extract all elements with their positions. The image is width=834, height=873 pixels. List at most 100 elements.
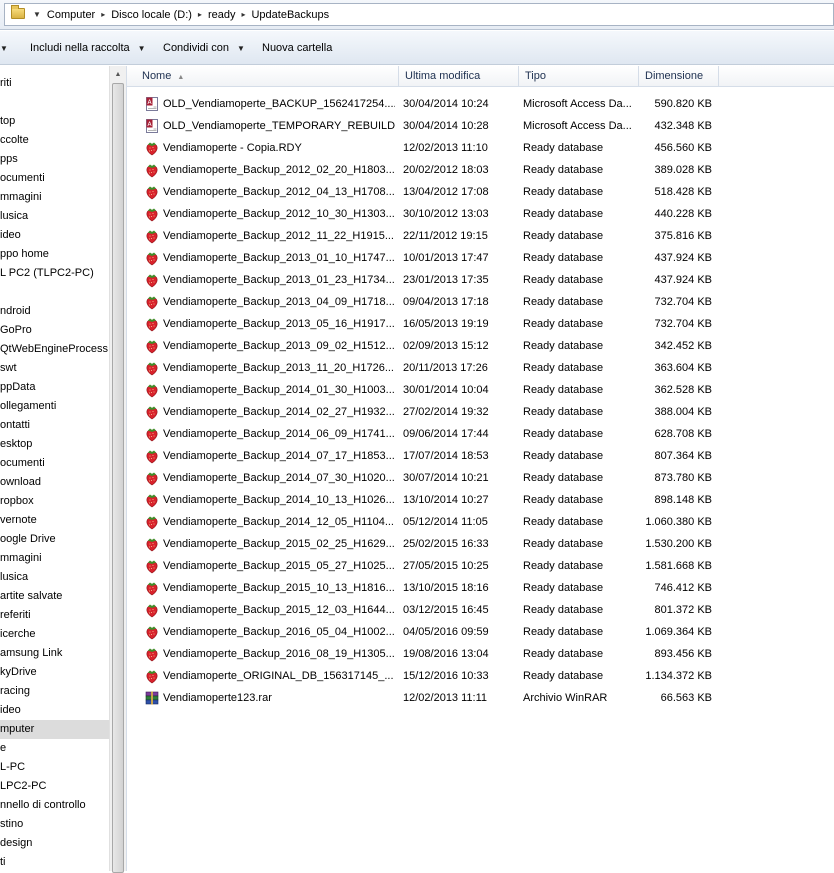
file-row[interactable]: Vendiamoperte_Backup_2014_06_09_H1741...…: [141, 423, 721, 445]
file-modified: 20/02/2012 18:03: [403, 164, 489, 176]
file-row[interactable]: A OLD_Vendiamoperte_BACKUP_1562417254...…: [141, 93, 721, 115]
nav-item[interactable]: L PC2 (TLPC2-PC): [0, 264, 109, 283]
crumb-ready[interactable]: ready: [208, 9, 236, 21]
nav-item[interactable]: ownload: [0, 473, 109, 492]
share-with-button[interactable]: Condividi con ▼: [163, 31, 245, 65]
file-row[interactable]: A OLD_Vendiamoperte_TEMPORARY_REBUILD...…: [141, 115, 721, 137]
nav-item[interactable]: vernote: [0, 511, 109, 530]
file-row[interactable]: Vendiamoperte_Backup_2014_07_30_H1020...…: [141, 467, 721, 489]
file-row[interactable]: Vendiamoperte_Backup_2015_05_27_H1025...…: [141, 555, 721, 577]
organize-arrow-button[interactable]: ▼: [0, 31, 8, 65]
crumb-updatebackups[interactable]: UpdateBackups: [251, 9, 329, 21]
nav-item[interactable]: pps: [0, 150, 109, 169]
strawberry-icon: [146, 450, 158, 464]
nav-item[interactable]: ppData: [0, 378, 109, 397]
file-row[interactable]: Vendiamoperte_Backup_2013_05_16_H1917...…: [141, 313, 721, 335]
nav-item[interactable]: esktop: [0, 435, 109, 454]
column-header-modified[interactable]: Ultima modifica: [399, 66, 519, 87]
address-field[interactable]: ▼ Computer ▸ Disco locale (D:) ▸ ready ▸…: [4, 3, 834, 26]
nav-item[interactable]: swt: [0, 359, 109, 378]
nav-item[interactable]: ollegamenti: [0, 397, 109, 416]
file-row[interactable]: Vendiamoperte - Copia.RDY 12/02/2013 11:1…: [141, 137, 721, 159]
nav-item[interactable]: racing: [0, 682, 109, 701]
nav-item[interactable]: lusica: [0, 207, 109, 226]
file-row[interactable]: Vendiamoperte_Backup_2012_02_20_H1803...…: [141, 159, 721, 181]
nav-item[interactable]: design: [0, 834, 109, 853]
file-row[interactable]: Vendiamoperte_Backup_2015_10_13_H1816...…: [141, 577, 721, 599]
nav-item[interactable]: mmagini: [0, 188, 109, 207]
file-row[interactable]: Vendiamoperte_Backup_2013_11_20_H1726...…: [141, 357, 721, 379]
nav-item[interactable]: stino: [0, 815, 109, 834]
nav-item[interactable]: artite salvate: [0, 587, 109, 606]
chevron-right-icon[interactable]: ▸: [99, 10, 107, 19]
nav-item[interactable]: nnello di controllo: [0, 796, 109, 815]
nav-item[interactable]: LPC2-PC: [0, 777, 109, 796]
nav-item[interactable]: kyDrive: [0, 663, 109, 682]
nav-item[interactable]: ocumenti: [0, 169, 109, 188]
share-label: Condividi con: [163, 42, 230, 54]
file-row[interactable]: Vendiamoperte_Backup_2016_05_04_H1002...…: [141, 621, 721, 643]
nav-item[interactable]: ppo home: [0, 245, 109, 264]
crumb-drive[interactable]: Disco locale (D:): [111, 9, 192, 21]
column-header-size[interactable]: Dimensione: [639, 66, 719, 87]
file-name: Vendiamoperte_Backup_2013_09_02_H1512...: [163, 340, 395, 352]
nav-item[interactable]: referiti: [0, 606, 109, 625]
nav-item[interactable]: ropbox: [0, 492, 109, 511]
nav-item[interactable]: ti: [0, 853, 109, 871]
file-row[interactable]: Vendiamoperte_Backup_2013_09_02_H1512...…: [141, 335, 721, 357]
file-modified: 22/11/2012 19:15: [403, 230, 488, 242]
file-row[interactable]: Vendiamoperte_Backup_2016_08_19_H1305...…: [141, 643, 721, 665]
breadcrumb: ▼ Computer ▸ Disco locale (D:) ▸ ready ▸…: [31, 4, 329, 25]
scroll-up-arrow-icon[interactable]: ▲: [110, 66, 126, 83]
file-row[interactable]: Vendiamoperte_Backup_2015_12_03_H1644...…: [141, 599, 721, 621]
crumb-computer[interactable]: Computer: [47, 9, 95, 21]
column-header-name[interactable]: Nome ▲: [136, 66, 399, 87]
file-row[interactable]: Vendiamoperte_Backup_2012_04_13_H1708...…: [141, 181, 721, 203]
chevron-right-icon[interactable]: ▸: [239, 10, 247, 19]
file-row[interactable]: Vendiamoperte_Backup_2013_01_10_H1747...…: [141, 247, 721, 269]
file-name: Vendiamoperte_Backup_2013_01_10_H1747...: [163, 252, 395, 264]
nav-item[interactable]: e: [0, 739, 109, 758]
sidebar-scrollbar[interactable]: ▲: [109, 66, 126, 873]
column-type-label: Tipo: [525, 70, 546, 82]
nav-item[interactable]: L-PC: [0, 758, 109, 777]
nav-item[interactable]: mmagini: [0, 549, 109, 568]
chevron-right-icon[interactable]: ▸: [196, 10, 204, 19]
file-row[interactable]: Vendiamoperte_Backup_2012_10_30_H1303...…: [141, 203, 721, 225]
file-row[interactable]: Vendiamoperte_Backup_2014_07_17_H1853...…: [141, 445, 721, 467]
nav-item[interactable]: ocumenti: [0, 454, 109, 473]
file-row[interactable]: Vendiamoperte_Backup_2014_12_05_H1104...…: [141, 511, 721, 533]
file-row[interactable]: Vendiamoperte_Backup_2014_02_27_H1932...…: [141, 401, 721, 423]
nav-item[interactable]: riti: [0, 74, 109, 93]
include-in-library-button[interactable]: Includi nella raccolta ▼: [30, 31, 146, 65]
file-row[interactable]: Vendiamoperte_Backup_2012_11_22_H1915...…: [141, 225, 721, 247]
file-row[interactable]: Vendiamoperte_Backup_2013_01_23_H1734...…: [141, 269, 721, 291]
file-row[interactable]: Vendiamoperte_Backup_2015_02_25_H1629...…: [141, 533, 721, 555]
nav-item[interactable]: ccolte: [0, 131, 109, 150]
new-folder-button[interactable]: Nuova cartella: [262, 31, 332, 65]
nav-item[interactable]: oogle Drive: [0, 530, 109, 549]
nav-item[interactable]: ideo: [0, 701, 109, 720]
nav-item[interactable]: ontatti: [0, 416, 109, 435]
nav-item[interactable]: ideo: [0, 226, 109, 245]
file-row[interactable]: Vendiamoperte123.rar 12/02/2013 11:11 Arch…: [141, 687, 721, 709]
column-header-type[interactable]: Tipo: [519, 66, 639, 87]
nav-item[interactable]: icerche: [0, 625, 109, 644]
file-row[interactable]: Vendiamoperte_ORIGINAL_DB_156317145_... 1…: [141, 665, 721, 687]
nav-item-computer-selected[interactable]: mputer: [0, 720, 109, 739]
file-modified: 05/12/2014 11:05: [403, 516, 488, 528]
file-size: 342.452 KB: [654, 340, 713, 352]
nav-item[interactable]: QtWebEngineProcess: [0, 340, 109, 359]
nav-item[interactable]: GoPro: [0, 321, 109, 340]
scrollbar-thumb[interactable]: [112, 83, 124, 873]
nav-item[interactable]: ndroid: [0, 302, 109, 321]
include-label: Includi nella raccolta: [30, 42, 130, 54]
file-row[interactable]: Vendiamoperte_Backup_2014_10_13_H1026...…: [141, 489, 721, 511]
file-row[interactable]: Vendiamoperte_Backup_2014_01_30_H1003...…: [141, 379, 721, 401]
file-size: 732.704 KB: [654, 318, 713, 330]
file-row[interactable]: Vendiamoperte_Backup_2013_04_09_H1718...…: [141, 291, 721, 313]
nav-item[interactable]: top: [0, 112, 109, 131]
chevron-down-icon[interactable]: ▼: [31, 10, 43, 19]
nav-item[interactable]: amsung Link: [0, 644, 109, 663]
nav-item[interactable]: lusica: [0, 568, 109, 587]
